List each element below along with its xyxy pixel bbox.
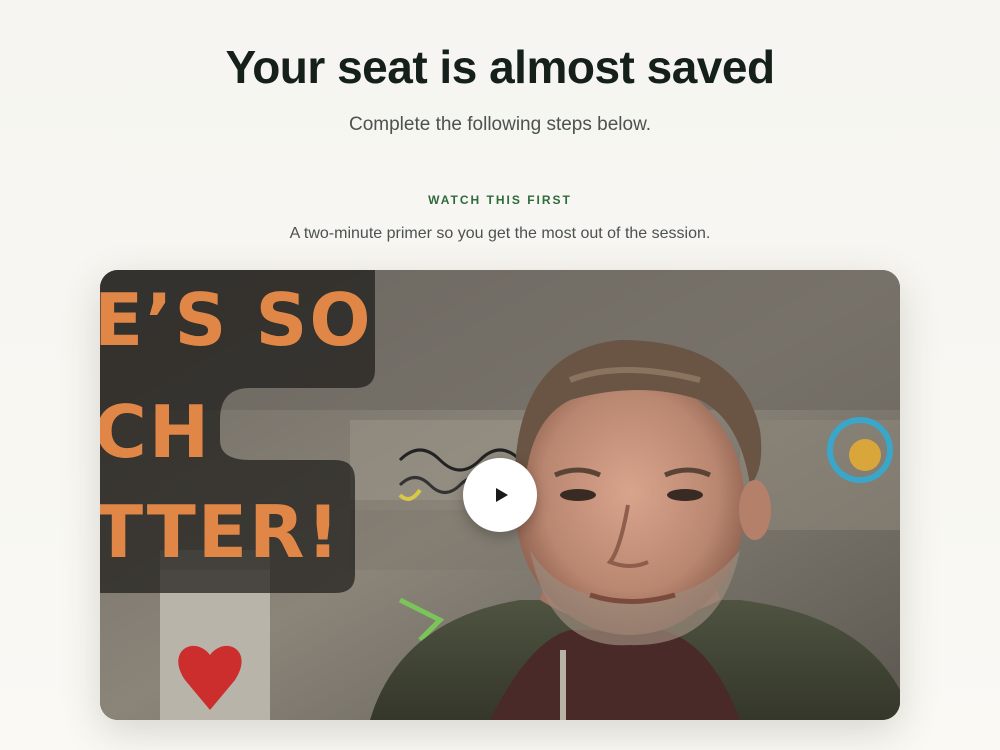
- page-subtitle: Complete the following steps below.: [348, 114, 652, 135]
- page: Your seat is almost saved Complete the f…: [0, 0, 1000, 750]
- overlay-text-line-2: CH: [100, 390, 212, 474]
- video-player[interactable]: E’S SO CH TTER!: [100, 270, 900, 720]
- page-title: Your seat is almost saved: [225, 41, 775, 93]
- section-description: A two-minute primer so you get the most …: [289, 225, 711, 242]
- play-icon: [496, 488, 508, 502]
- section-eyebrow: WATCH THIS FIRST: [428, 193, 572, 207]
- overlay-text-line-3: TTER!: [100, 490, 342, 574]
- play-button[interactable]: [463, 458, 537, 532]
- overlay-text-line-1: E’S SO: [100, 278, 373, 362]
